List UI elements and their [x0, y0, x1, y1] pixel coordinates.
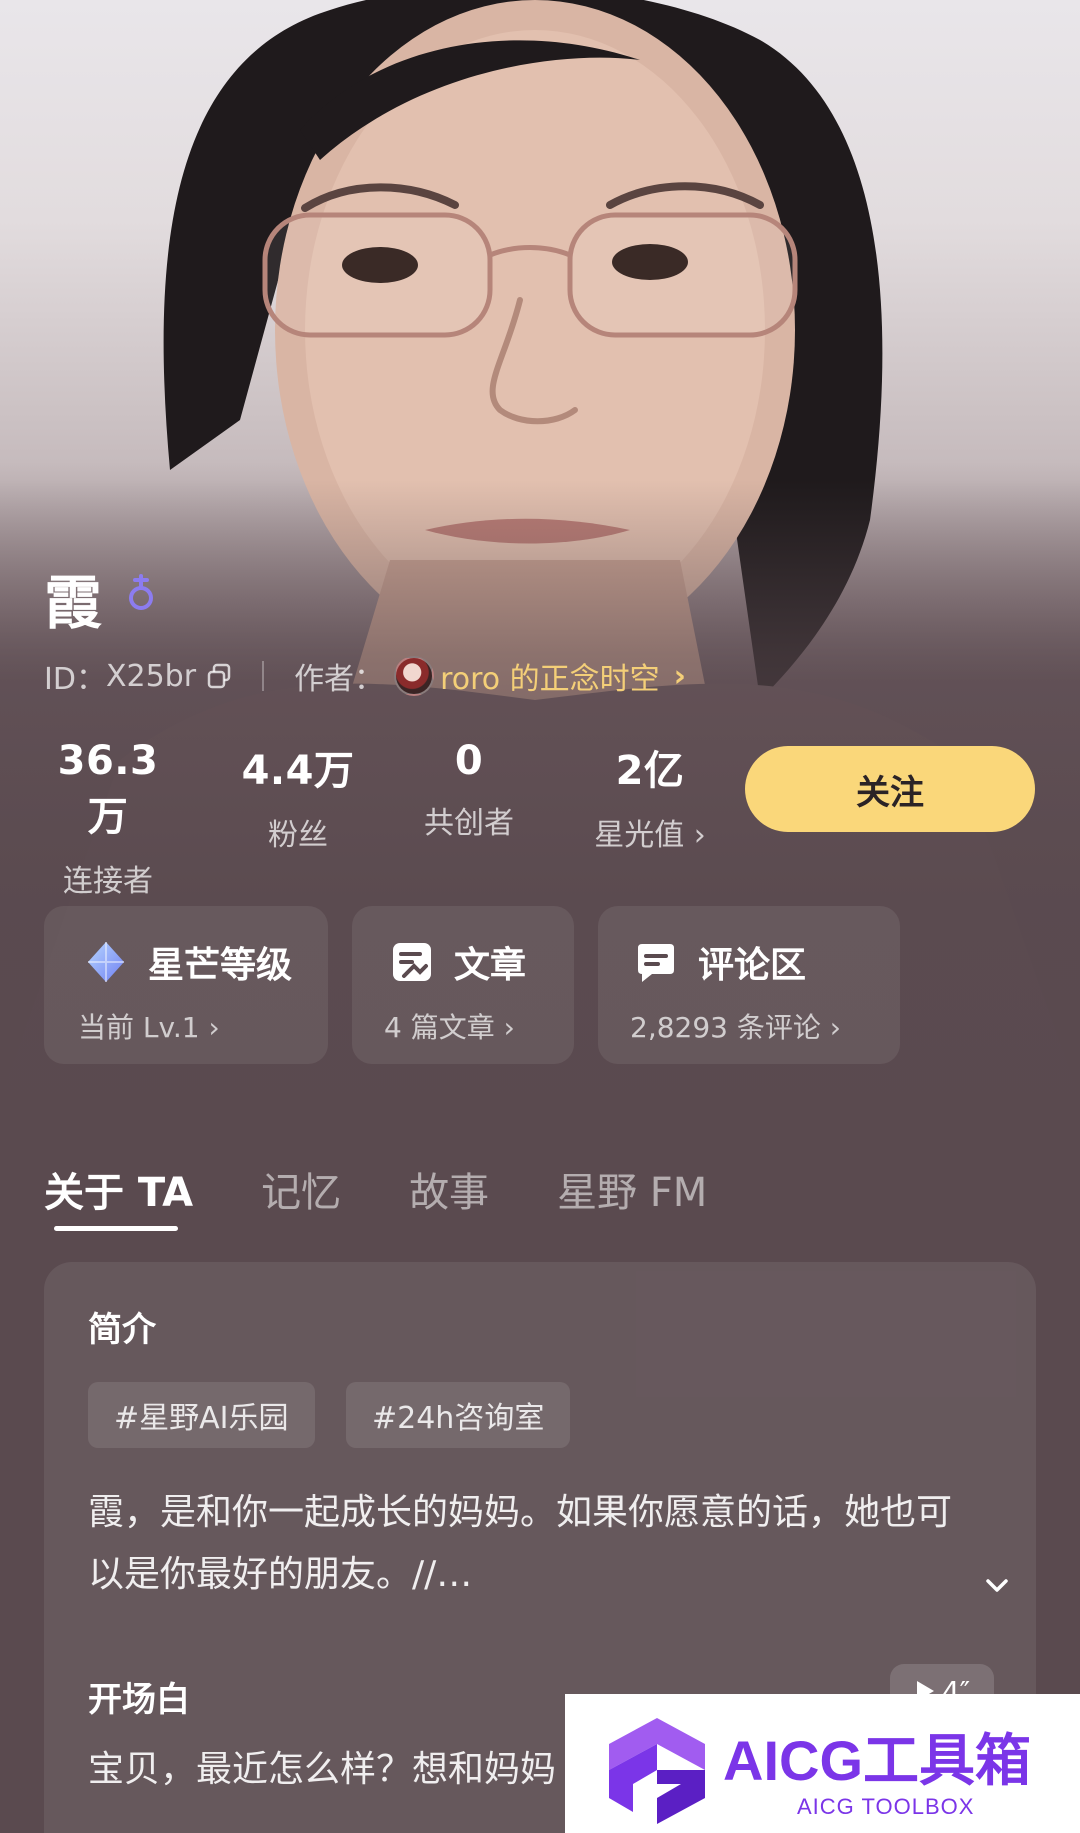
active-tab-indicator	[54, 1226, 178, 1231]
stat-label: 星光值 ›	[594, 818, 706, 853]
diamond-icon	[88, 942, 124, 982]
tab-fm[interactable]: 星野 FM	[557, 1160, 707, 1218]
tab-about[interactable]: 关于 TA	[44, 1160, 193, 1218]
stat-cocreators[interactable]: 0 共创者	[412, 738, 526, 842]
stat-label: 共创者	[424, 806, 514, 841]
articles-card[interactable]: 文章 4 篇文章 ›	[352, 906, 574, 1064]
tag-chip[interactable]: #星野AI乐园	[88, 1382, 315, 1448]
article-icon	[393, 943, 431, 981]
profile-meta-row: ID： X25br 作者： roro 的正念时空 ›	[44, 654, 686, 698]
intro-text: 霞，是和你一起成长的妈妈。如果你愿意的话，她也可以是你最好的朋友。//…	[88, 1492, 953, 1595]
id-value: X25br	[105, 658, 197, 694]
card-subtitle: 2,8293 条评论 ›	[630, 1011, 841, 1044]
copy-icon[interactable]	[206, 663, 232, 689]
intro-heading: 简介	[88, 1310, 156, 1350]
id-label: ID：	[44, 662, 106, 697]
tab-stories[interactable]: 故事	[409, 1160, 489, 1218]
follow-button[interactable]: 关注	[745, 746, 1035, 832]
female-gender-icon	[129, 574, 153, 610]
opening-heading: 开场白	[88, 1680, 190, 1720]
comments-card[interactable]: 评论区 2,8293 条评论 ›	[598, 906, 900, 1064]
chevron-down-icon[interactable]	[984, 1578, 1010, 1594]
stat-value: 2亿	[615, 748, 685, 794]
stat-fans[interactable]: 4.4万 粉丝	[240, 738, 356, 854]
card-subtitle: 4 篇文章 ›	[384, 1011, 515, 1044]
level-card[interactable]: 星芒等级 当前 Lv.1 ›	[44, 906, 328, 1064]
stat-value: 36.3万	[57, 738, 159, 840]
watermark-title: AICG工具箱	[723, 1729, 1031, 1792]
author-label: 作者：	[294, 662, 385, 697]
stat-label: 连接者	[63, 864, 153, 899]
profile-tabs: 关于 TA 记忆 故事 星野 FM	[44, 1160, 775, 1218]
comment-icon	[638, 944, 674, 982]
card-title: 评论区	[698, 945, 807, 986]
card-title: 文章	[454, 945, 527, 986]
aicg-logo-icon	[609, 1718, 705, 1824]
stat-starlight[interactable]: 2亿 星光值 ›	[582, 738, 718, 854]
profile-name: 霞	[44, 569, 105, 637]
chevron-right-icon[interactable]: ›	[674, 659, 686, 694]
watermark-subtitle: AICG TOOLBOX	[797, 1794, 975, 1819]
opening-text: 宝贝，最近怎么样？想和妈妈	[88, 1749, 557, 1790]
author-name-link[interactable]: roro 的正念时空	[440, 654, 660, 698]
stat-value: 4.4万	[241, 748, 355, 794]
meta-divider	[262, 661, 265, 691]
card-subtitle: 当前 Lv.1 ›	[78, 1011, 220, 1044]
author-avatar[interactable]	[394, 656, 435, 696]
card-title: 星芒等级	[148, 945, 293, 986]
stat-label: 粉丝	[268, 818, 328, 853]
watermark-badge: AICG工具箱 AICG TOOLBOX	[565, 1694, 1080, 1833]
tab-memory[interactable]: 记忆	[261, 1160, 341, 1218]
stat-value: 0	[454, 738, 484, 784]
stat-connectors[interactable]: 36.3万 连接者	[44, 738, 172, 900]
tag-chip[interactable]: #24h咨询室	[346, 1382, 571, 1448]
